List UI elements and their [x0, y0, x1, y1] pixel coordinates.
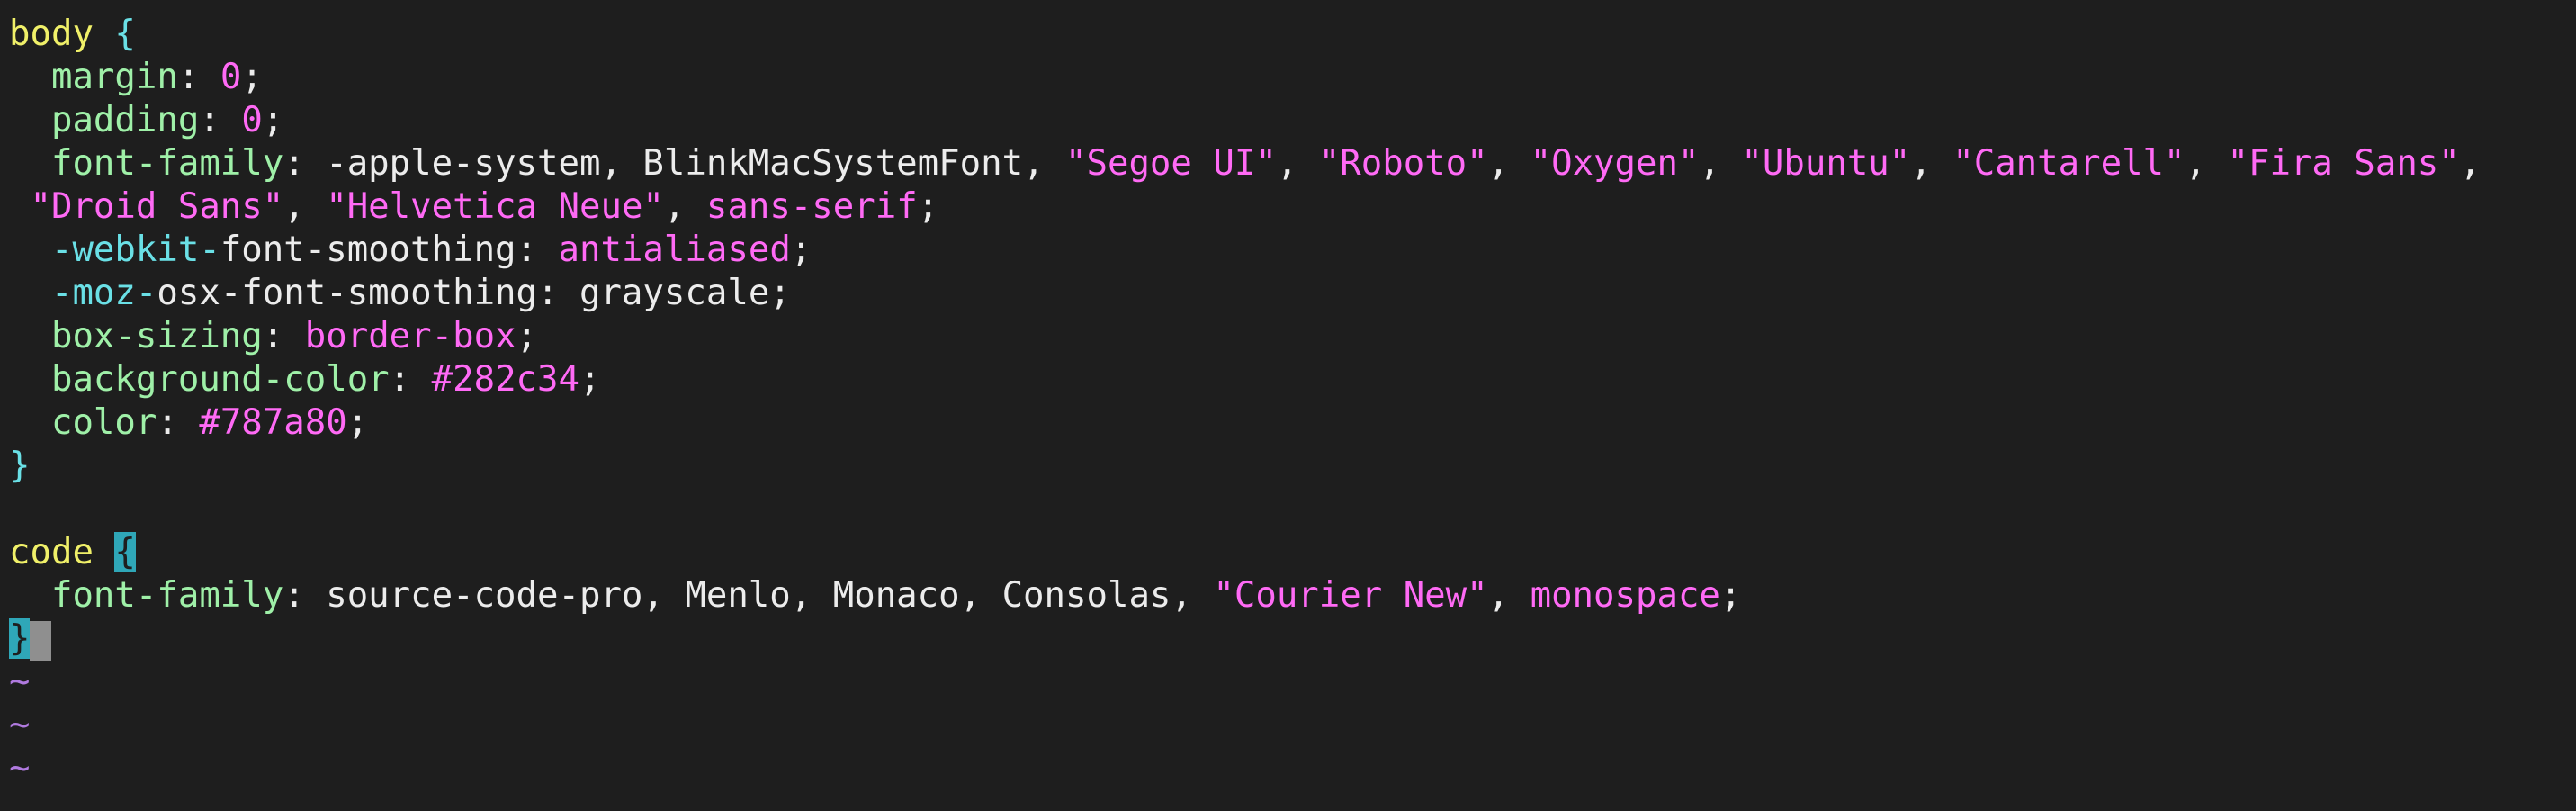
code-token: -webkit-	[50, 230, 220, 270]
code-token: 0	[241, 100, 263, 140]
code-line[interactable]: "Droid Sans", "Helvetica Neue", sans-ser…	[9, 185, 938, 229]
code-line[interactable]: padding: 0;	[9, 99, 283, 142]
code-token: body	[9, 14, 94, 54]
code-token: 0	[220, 57, 242, 97]
code-token: color	[50, 402, 157, 443]
code-token: monospace	[1530, 575, 1720, 616]
code-token: ,	[1487, 575, 1530, 616]
code-token: ;	[917, 186, 939, 227]
code-token: ,	[283, 186, 327, 227]
code-token: ,	[663, 186, 706, 227]
code-token: ;	[516, 316, 538, 356]
code-line[interactable]: background-color: #282c34;	[9, 358, 601, 401]
code-token: :	[516, 230, 559, 270]
code-token: ;	[262, 100, 284, 140]
code-token: ;	[346, 402, 369, 443]
code-token: "Cantarell"	[1952, 143, 2186, 184]
code-token: ,	[1276, 143, 1319, 184]
code-token: }	[9, 446, 31, 486]
code-token: ,	[1699, 143, 1742, 184]
code-token: :	[157, 402, 200, 443]
code-token: background-color	[50, 359, 390, 400]
code-token: #282c34	[431, 359, 579, 400]
code-line[interactable]: body {	[9, 13, 136, 56]
code-token: padding	[50, 100, 200, 140]
code-token: sans-serif	[705, 186, 918, 227]
code-line[interactable]: }	[9, 445, 30, 488]
code-token: :	[262, 316, 305, 356]
code-token: ,	[2459, 143, 2482, 184]
code-token: ,	[2185, 143, 2228, 184]
code-token: ~	[9, 662, 31, 702]
code-token: :	[389, 359, 432, 400]
code-token: margin	[50, 57, 178, 97]
code-token: "Oxygen"	[1530, 143, 1700, 184]
empty-line-marker[interactable]: ~	[9, 661, 30, 704]
code-line[interactable]: color: #787a80;	[9, 401, 368, 445]
empty-line-marker[interactable]: ~	[9, 704, 30, 747]
code-token: : source-code-pro, Menlo, Monaco, Consol…	[283, 575, 1214, 616]
code-token: "Fira Sans"	[2227, 143, 2460, 184]
code-line[interactable]: font-family: -apple-system, BlinkMacSyst…	[9, 142, 2481, 185]
code-token: "Segoe UI"	[1065, 143, 1277, 184]
code-line[interactable]: margin: 0;	[9, 56, 263, 99]
code-token: border-box	[304, 316, 516, 356]
code-line[interactable]: code {	[9, 531, 136, 574]
code-editor[interactable]: body { margin: 0; padding: 0; font-famil…	[0, 0, 2576, 811]
empty-line-marker[interactable]: ~	[9, 747, 30, 790]
code-token: "Ubuntu"	[1741, 143, 1911, 184]
code-token: :	[199, 100, 242, 140]
code-token: "Roboto"	[1318, 143, 1488, 184]
code-token: font-family	[50, 575, 284, 616]
code-line[interactable]: font-family: source-code-pro, Menlo, Mon…	[9, 574, 1741, 617]
code-line[interactable]: box-sizing: border-box;	[9, 315, 537, 358]
code-token: box-sizing	[50, 316, 263, 356]
code-line[interactable]: -moz-osx-font-smoothing: grayscale;	[9, 272, 791, 315]
code-token: "Courier New"	[1213, 575, 1488, 616]
code-token: ,	[1910, 143, 1953, 184]
code-token: ~	[9, 748, 31, 788]
code-token: {	[114, 14, 136, 54]
code-token: code	[9, 532, 94, 572]
code-token: #787a80	[199, 402, 347, 443]
code-token: osx-font-smoothing	[157, 273, 538, 313]
code-line[interactable]: }	[9, 617, 52, 661]
code-token: {	[114, 532, 136, 572]
code-token: antialiased	[558, 230, 791, 270]
text-cursor	[30, 620, 52, 661]
code-token: ;	[790, 230, 812, 270]
code-token: font-family	[50, 143, 284, 184]
code-token: "Droid Sans"	[30, 186, 284, 227]
code-token: ;	[579, 359, 601, 400]
code-token: ;	[1719, 575, 1742, 616]
code-token: "Helvetica Neue"	[326, 186, 664, 227]
code-token: }	[9, 618, 31, 659]
code-token: font-smoothing	[220, 230, 516, 270]
code-token: ;	[241, 57, 263, 97]
code-token: : grayscale;	[537, 273, 791, 313]
code-token: ,	[1487, 143, 1530, 184]
code-token: ~	[9, 705, 31, 745]
code-token: :	[177, 57, 220, 97]
code-token: : -apple-system, BlinkMacSystemFont,	[283, 143, 1066, 184]
code-token: -moz-	[50, 273, 157, 313]
code-line[interactable]: -webkit-font-smoothing: antialiased;	[9, 229, 812, 272]
